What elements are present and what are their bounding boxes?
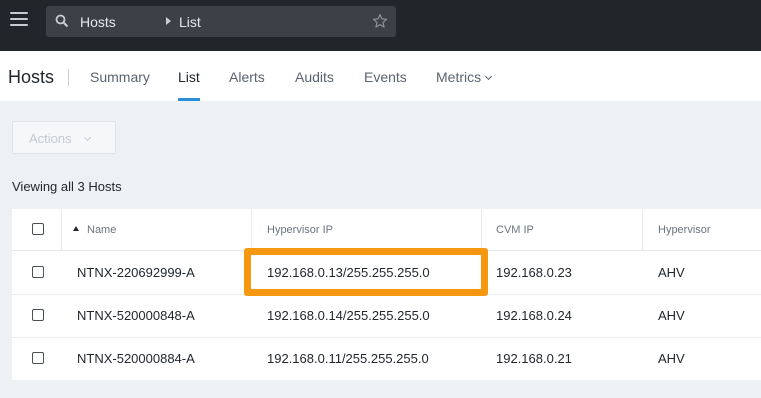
column-header-name[interactable]: Name — [87, 224, 116, 236]
chevron-down-icon — [83, 133, 92, 142]
table-header: Name Hypervisor IP CVM IP Hypervisor — [12, 209, 761, 251]
tab-events[interactable]: Events — [364, 69, 407, 85]
host-name-cell[interactable]: NTNX-220692999-A — [77, 265, 195, 280]
table-row[interactable]: NTNX-520000884-A 192.168.0.11/255.255.25… — [12, 338, 761, 381]
page-title: Hosts — [8, 67, 55, 87]
select-all-checkbox[interactable] — [32, 223, 44, 235]
cvm-ip-cell: 192.168.0.24 — [496, 308, 572, 323]
column-divider — [251, 209, 252, 251]
host-name-cell[interactable]: NTNX-520000848-A — [77, 308, 195, 323]
breadcrumb-hosts[interactable]: Hosts — [80, 14, 116, 30]
nav-divider — [68, 69, 69, 86]
sort-ascending-icon[interactable] — [73, 226, 79, 231]
search-bar[interactable]: Hosts List — [46, 6, 396, 37]
tab-summary[interactable]: Summary — [90, 69, 150, 85]
hypervisor-ip-cell: 192.168.0.11/255.255.255.0 — [267, 351, 429, 366]
star-icon[interactable] — [372, 13, 388, 29]
host-name-cell[interactable]: NTNX-520000884-A — [77, 351, 195, 366]
column-divider — [481, 209, 482, 251]
entity-nav-bar: Hosts Summary List Alerts Audits Events … — [0, 51, 761, 101]
hamburger-menu-icon[interactable] — [10, 12, 28, 30]
breadcrumb-list[interactable]: List — [179, 14, 201, 30]
cvm-ip-cell: 192.168.0.21 — [496, 351, 572, 366]
hypervisor-cell: AHV — [658, 265, 685, 280]
actions-dropdown-button[interactable]: Actions — [12, 121, 116, 154]
column-divider — [61, 209, 62, 251]
search-icon — [55, 14, 69, 28]
viewing-count-text: Viewing all 3 Hosts — [12, 179, 122, 194]
row-checkbox[interactable] — [32, 309, 44, 321]
hypervisor-cell: AHV — [658, 351, 685, 366]
column-header-hypervisor[interactable]: Hypervisor — [658, 224, 711, 236]
active-tab-indicator — [178, 98, 200, 101]
caret-right-icon — [166, 17, 171, 25]
row-checkbox[interactable] — [32, 266, 44, 278]
column-header-cvm-ip[interactable]: CVM IP — [496, 224, 534, 236]
tab-metrics-label: Metrics — [436, 69, 482, 85]
actions-label: Actions — [29, 131, 72, 146]
table-row[interactable]: NTNX-220692999-A 192.168.0.13/255.255.25… — [12, 252, 761, 295]
top-bar: Hosts List — [0, 0, 761, 51]
tab-metrics[interactable]: Metrics — [436, 69, 493, 85]
hosts-table: Name Hypervisor IP CVM IP Hypervisor NTN… — [12, 209, 761, 380]
column-divider — [642, 209, 643, 251]
column-header-hypervisor-ip[interactable]: Hypervisor IP — [267, 224, 333, 236]
hypervisor-ip-cell: 192.168.0.14/255.255.255.0 — [267, 308, 430, 323]
cvm-ip-cell: 192.168.0.23 — [496, 265, 572, 280]
tab-audits[interactable]: Audits — [295, 69, 334, 85]
chevron-down-icon — [485, 72, 493, 81]
hypervisor-cell: AHV — [658, 308, 685, 323]
tab-list[interactable]: List — [178, 69, 200, 85]
table-row[interactable]: NTNX-520000848-A 192.168.0.14/255.255.25… — [12, 295, 761, 338]
hypervisor-ip-cell: 192.168.0.13/255.255.255.0 — [267, 265, 430, 280]
row-checkbox[interactable] — [32, 352, 44, 364]
tab-alerts[interactable]: Alerts — [229, 69, 265, 85]
